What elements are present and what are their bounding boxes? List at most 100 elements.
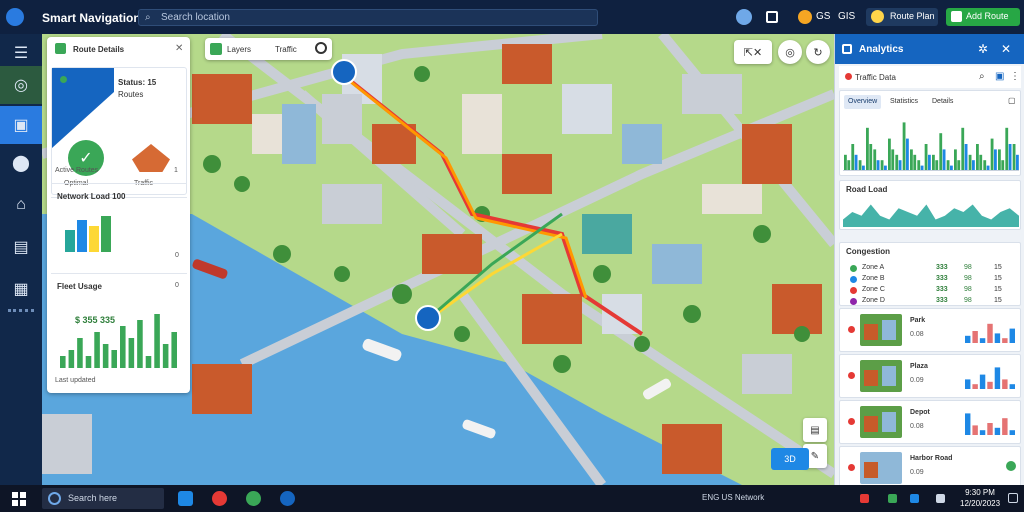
legend-dot: [850, 287, 857, 294]
overview-bar: [924, 144, 928, 171]
tab-statistics[interactable]: Statistics: [886, 95, 922, 109]
item-title: Park: [910, 317, 926, 324]
search-input[interactable]: ⌕ Search location: [138, 9, 598, 26]
clock[interactable]: 9:30 PM 12/20/2023: [960, 487, 1000, 509]
list-item[interactable]: Depot 0.08: [839, 400, 1021, 444]
map-info-icon[interactable]: ▤: [803, 418, 827, 442]
filter-icon[interactable]: ▣: [995, 71, 1004, 82]
legend-name: Zone A: [862, 264, 885, 271]
notification-icon[interactable]: [1008, 493, 1018, 503]
overview-bar: [961, 127, 965, 171]
road-load-chart: [843, 204, 1019, 227]
layers-icon: [210, 43, 222, 55]
close-icon[interactable]: ✕: [753, 46, 762, 59]
nav-garage-icon[interactable]: ▤: [0, 228, 42, 266]
route-plan-chip[interactable]: Route Plan: [866, 8, 938, 26]
user-avatar[interactable]: [798, 10, 812, 24]
close-icon[interactable]: ✕: [1001, 42, 1011, 56]
start-icon[interactable]: [12, 492, 26, 506]
nav-home-icon[interactable]: ⌂: [0, 186, 42, 224]
list-item[interactable]: Harbor Road 0.09: [839, 446, 1021, 485]
legend-v1: 333: [936, 264, 948, 271]
more-dots-icon[interactable]: [8, 309, 34, 313]
item-sub: 0.08: [910, 331, 924, 338]
map-layers-toolbar[interactable]: Layers Traffic: [205, 38, 332, 60]
overview-bar: [998, 149, 1001, 171]
taskbar-app-cloud-icon[interactable]: [280, 491, 295, 506]
add-route-button[interactable]: Add Route: [946, 8, 1020, 26]
window-icon[interactable]: [766, 11, 778, 23]
item-title: Plaza: [910, 363, 928, 370]
legend-name: Zone B: [862, 275, 885, 282]
search-icon[interactable]: ⌕: [979, 71, 985, 82]
overview-bar: [858, 160, 862, 171]
legend-v3: 15: [994, 275, 1002, 282]
route-icon: [55, 43, 66, 54]
spark-bar: [972, 331, 978, 343]
refresh-icon[interactable]: ↻: [806, 40, 830, 64]
list-item[interactable]: Plaza 0.09: [839, 354, 1021, 398]
tray-volume-icon[interactable]: [936, 494, 945, 503]
legend-dot: [850, 265, 857, 272]
settings-icon[interactable]: ✲: [978, 42, 988, 56]
item-sparkbars: [965, 367, 1015, 389]
taskbar-app-maps-icon[interactable]: [246, 491, 261, 506]
route-plan-label: Route Plan: [890, 11, 935, 21]
taskbar-app-chrome-icon[interactable]: [212, 491, 227, 506]
nav-explore-icon[interactable]: ◎: [0, 66, 42, 104]
overview-bar: [851, 144, 855, 171]
legend-name: Zone D: [862, 297, 885, 304]
share-close-control[interactable]: ⇱ ✕: [734, 40, 772, 64]
overview-bar: [968, 154, 972, 171]
overview-bar: [898, 160, 902, 171]
view-3d-button[interactable]: 3D: [771, 448, 809, 470]
taskbar-search[interactable]: Search here: [42, 488, 164, 509]
house-icon[interactable]: [132, 144, 170, 172]
overview-bar: [1005, 127, 1009, 171]
expand-icon[interactable]: ▢: [1008, 96, 1016, 105]
share-icon[interactable]: ⇱: [744, 46, 753, 59]
legend-v1: 333: [936, 297, 948, 304]
nav-building-icon[interactable]: ▦: [0, 270, 42, 308]
target-icon[interactable]: [315, 42, 327, 54]
nav-map-icon[interactable]: ▣: [0, 106, 42, 144]
layers-label[interactable]: Layers: [227, 45, 251, 54]
overview-bar: [847, 160, 851, 171]
marker-icon: [848, 372, 855, 379]
overview-bar: [876, 160, 880, 171]
more-icon[interactable]: ⋮: [1010, 71, 1020, 82]
app-logo-icon: [6, 8, 24, 26]
overview-bar: [869, 144, 873, 171]
item-sub: 0.09: [910, 377, 924, 384]
analytics-header: Analytics ✲ ✕: [835, 34, 1024, 64]
tray-alert-icon[interactable]: [860, 494, 869, 503]
location-thumbnail: [860, 406, 902, 438]
globe-icon[interactable]: [736, 9, 752, 25]
taskbar-app-files-icon[interactable]: [178, 491, 193, 506]
tab-details[interactable]: Details: [928, 95, 957, 109]
fleet-bar: [102, 344, 109, 368]
spark-bar: [1002, 338, 1008, 343]
legend-v3: 15: [994, 286, 1002, 293]
hero-subtitle: Routes: [118, 90, 144, 99]
legend-row: Zone B 333 98 15: [844, 274, 1018, 285]
item-sub: 0.09: [910, 469, 924, 476]
marker-icon: [848, 464, 855, 471]
nav-location-icon[interactable]: ⬤: [0, 144, 42, 182]
tray-network-icon[interactable]: [910, 494, 919, 503]
overview-bar: [964, 144, 968, 171]
tray-security-icon[interactable]: [888, 494, 897, 503]
locate-icon[interactable]: ◎: [778, 40, 802, 64]
spark-bar: [1002, 379, 1008, 389]
legend-row: Zone C 333 98 15: [844, 285, 1018, 296]
spark-bar: [994, 367, 1001, 389]
overview-bar: [1016, 154, 1019, 171]
overview-bar: [957, 160, 961, 171]
location-thumbnail: [860, 452, 902, 484]
overview-bar: [979, 154, 983, 171]
list-item[interactable]: Park 0.08: [839, 308, 1021, 352]
traffic-label[interactable]: Traffic: [275, 45, 297, 54]
fleet-bar: [111, 350, 117, 368]
tab-overview[interactable]: Overview: [844, 95, 882, 109]
close-icon[interactable]: ✕: [175, 43, 183, 54]
